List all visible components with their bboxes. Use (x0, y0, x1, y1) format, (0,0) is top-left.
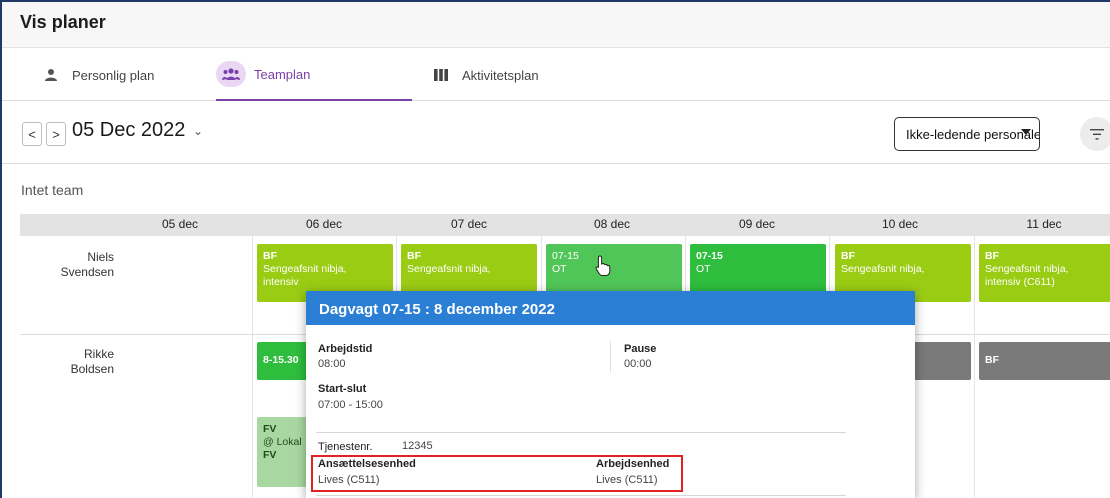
tab-aktivitetsplan[interactable]: Aktivitetsplan (428, 49, 539, 101)
team-name: Intet team (21, 182, 84, 198)
tab-label: Aktivitetsplan (462, 67, 539, 83)
day-header: 11 dec (1026, 217, 1062, 231)
start-slut-value: 07:00 - 15:00 (318, 399, 383, 411)
day-header: 09 dec (738, 217, 776, 231)
pause-label: Pause (624, 343, 657, 355)
day-header: 10 dec (881, 217, 919, 231)
tjenestenr-label: Tjenestenr. (318, 441, 373, 453)
filter-button[interactable] (1080, 117, 1110, 151)
divider (316, 495, 846, 496)
grid-column-divider (974, 236, 975, 498)
day-header: 07 dec (450, 217, 488, 231)
tjenestenr-value: 12345 (402, 440, 433, 452)
day-header: 06 dec (305, 217, 343, 231)
start-slut-label: Start-slut (318, 383, 367, 395)
shift-rikke-11[interactable]: BF (979, 342, 1110, 380)
popup-title: Dagvagt 07-15 : 8 december 2022 (306, 291, 915, 325)
day-header: 05 dec (161, 217, 199, 231)
dropdown-caret-icon (1021, 129, 1031, 135)
grid-column-divider (252, 236, 253, 498)
tab-label: Personlig plan (72, 67, 155, 83)
page-title: Vis planer (20, 12, 106, 32)
arbejdstid-value: 08:00 (318, 358, 346, 370)
team-icon (216, 61, 246, 87)
date-picker[interactable]: 05 Dec 2022 (72, 119, 185, 142)
filter-icon (1090, 128, 1104, 140)
shift-details-popup: Dagvagt 07-15 : 8 december 2022 Arbejdst… (306, 291, 915, 498)
shift-niels-11[interactable]: BF Sengeafsnit nibja, intensiv (C611) (979, 244, 1110, 302)
ansaettelsesenhed-value: Lives (C511) (318, 474, 380, 486)
divider (610, 341, 611, 373)
tab-personal-plan[interactable]: Personlig plan (38, 49, 154, 101)
title-bar: Vis planer (2, 2, 1110, 48)
tab-label: Teamplan (254, 66, 311, 82)
arbejdsenhed-value: Lives (C511) (596, 474, 658, 486)
pause-value: 00:00 (624, 358, 652, 370)
arbejdstid-label: Arbejdstid (318, 343, 373, 355)
person-name-rikke[interactable]: Rikke Boldsen (42, 347, 114, 377)
hand-cursor-icon (594, 255, 612, 282)
person-name-niels[interactable]: Niels Svendsen (42, 250, 114, 280)
person-icon (38, 62, 64, 88)
previous-button[interactable]: < (22, 122, 42, 146)
tab-bar: Personlig plan Teamplan Aktivitetsplan (2, 49, 1110, 101)
day-header-row: 05 dec 06 dec 07 dec 08 dec 09 dec 10 de… (20, 214, 1110, 236)
staff-group-select[interactable]: Ikke-ledende personale p (894, 117, 1040, 151)
toolbar: < > 05 Dec 2022 ⌄ Ikke-ledende personale… (2, 102, 1110, 164)
columns-icon (428, 62, 454, 88)
chevron-down-icon[interactable]: ⌄ (193, 124, 203, 138)
divider (316, 432, 846, 433)
app-frame: Vis planer Personlig plan Teamplan Aktiv… (0, 0, 1110, 498)
tab-teamplan[interactable]: Teamplan (216, 49, 412, 101)
arbejdsenhed-label: Arbejdsenhed (596, 458, 670, 470)
day-header: 08 dec (593, 217, 631, 231)
ansaettelsesenhed-label: Ansættelsesenhed (318, 458, 416, 470)
next-button[interactable]: > (46, 122, 66, 146)
